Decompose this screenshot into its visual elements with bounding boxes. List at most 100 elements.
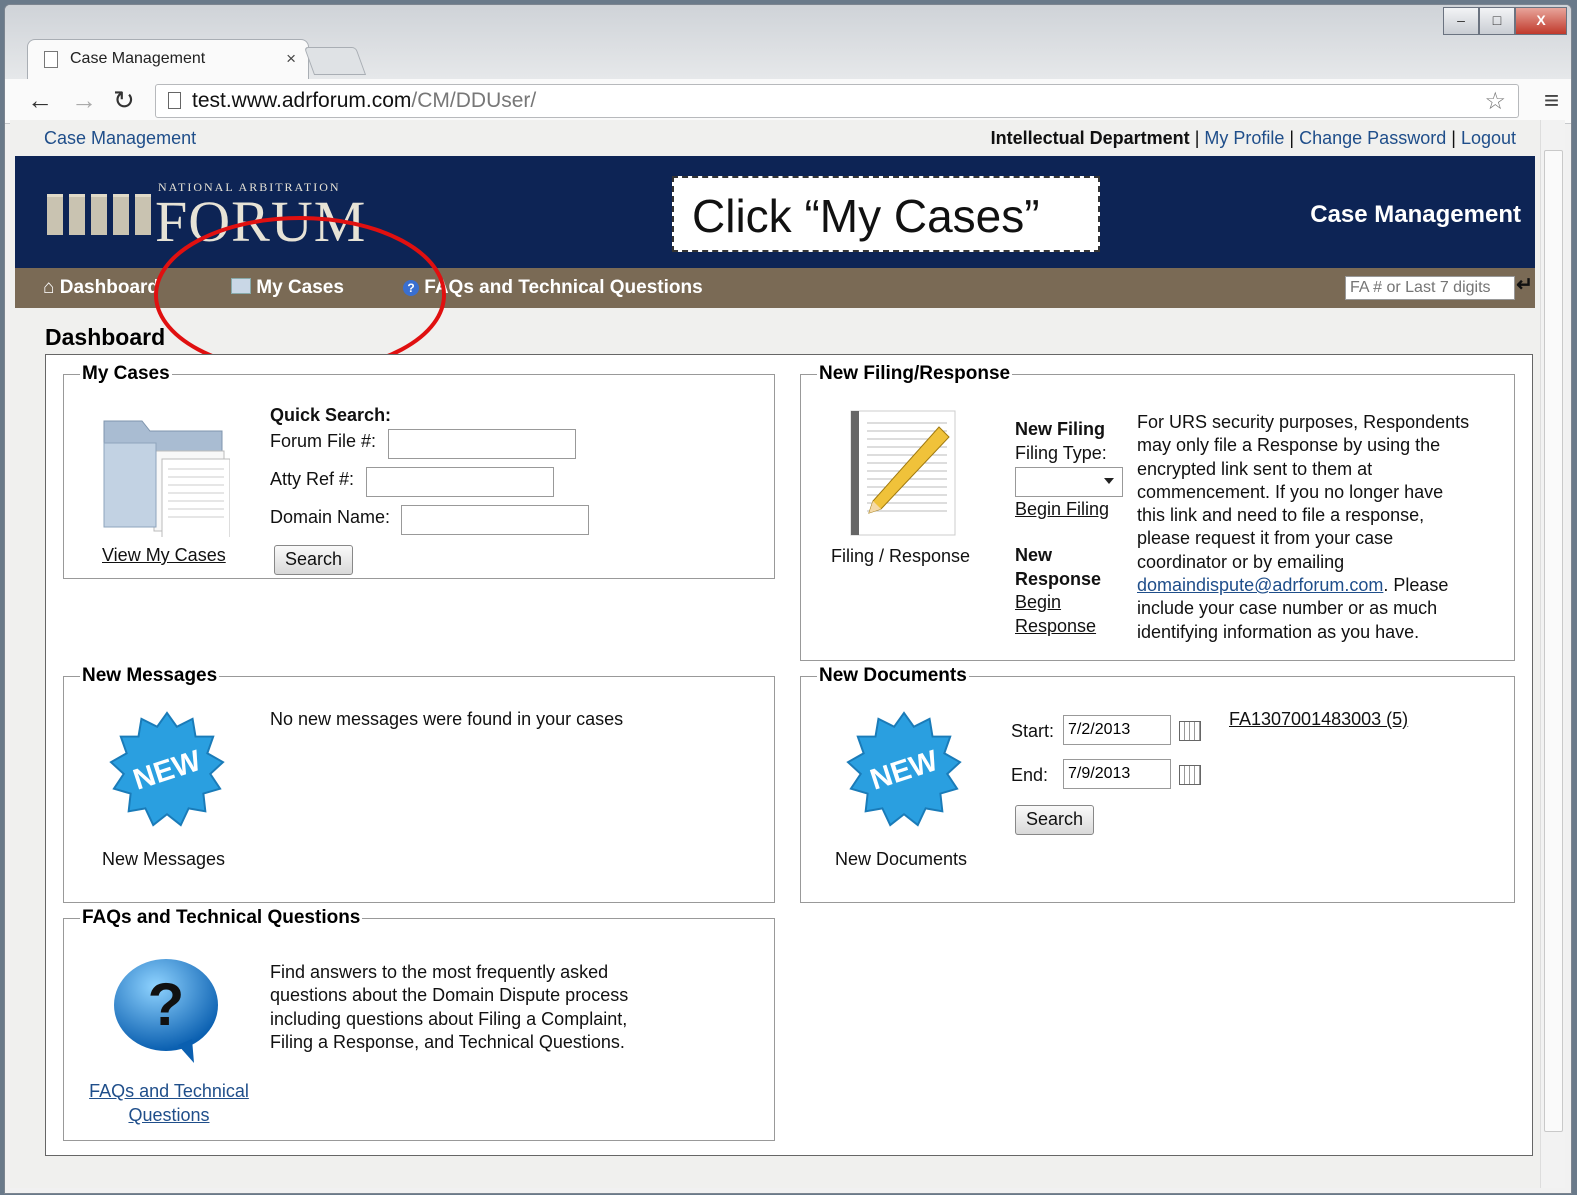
notice-line: this link and need to file a response, [1137,505,1425,526]
quick-search-button[interactable]: Search [274,545,354,575]
vertical-scrollbar[interactable] [1540,120,1565,1188]
top-links: Case Management Intellectual Department … [10,128,1540,152]
page-icon [44,51,58,68]
folder-icon [103,420,230,537]
browser-tab[interactable]: Case Management × [27,39,309,80]
scrollbar-thumb[interactable] [1544,150,1563,1132]
maximize-button[interactable]: □ [1479,7,1515,35]
separator: | [1451,128,1456,148]
case-number-search-input[interactable] [1345,276,1515,300]
faqs-description-line: Find answers to the most frequently aske… [270,962,609,982]
atty-ref-input[interactable] [366,467,554,497]
notice-line: identifying information as you have. [1137,621,1420,642]
window-controls: – □ X [1443,7,1567,35]
forum-file-label: Forum File #: [270,431,377,451]
separator: | [1194,128,1200,148]
my-cases-section: My Cases View My Cases Quick Search: For… [63,363,775,579]
enter-icon[interactable]: ↵ [1516,272,1533,297]
faqs-description: Find answers to the most frequently aske… [270,961,628,1054]
url-host: test.www.adrforum.com [192,89,412,112]
new-documents-section: New Documents NEW New Documents Start: E… [800,665,1515,903]
document-result-link[interactable]: FA1307001483003 (5) [1229,709,1408,730]
new-response-title-line1: New [1015,545,1053,565]
reload-icon[interactable]: ↻ [113,85,135,116]
nav-faqs-label: FAQs and Technical Questions [424,277,703,298]
begin-filing-link[interactable]: Begin Filing [1015,499,1109,520]
page-icon [168,92,181,109]
my-profile-link[interactable]: My Profile [1204,128,1284,148]
start-date-input[interactable] [1063,715,1171,745]
change-password-link[interactable]: Change Password [1299,128,1446,148]
new-messages-legend: New Messages [82,665,218,686]
faqs-link[interactable]: FAQs and Technical Questions [74,1079,264,1127]
url-path: /CM/DDUser/ [411,89,537,112]
chevron-down-icon [1104,478,1114,484]
faqs-description-line: questions about the Domain Dispute proce… [270,985,629,1006]
tab-close-icon[interactable]: × [286,49,296,69]
address-bar[interactable]: test.www.adrforum.com/CM/DDUser/ ☆ [155,84,1519,118]
page-title: Dashboard [45,324,166,350]
forum-file-input[interactable] [388,429,576,459]
notice-line: may only file a Response by using the [1137,435,1441,456]
domain-name-label: Domain Name: [270,507,391,527]
page-viewport: Case Management Intellectual Department … [10,120,1540,1188]
dashboard-panel: My Cases View My Cases Quick Search: For… [45,354,1533,1156]
begin-response-link-line1[interactable]: Begin [1015,592,1061,613]
new-messages-section: New Messages NEW New Messages No new mes… [63,665,775,903]
faqs-link-line[interactable]: FAQs and Technical [74,1079,264,1103]
domain-name-input[interactable] [401,505,589,535]
new-documents-caption: New Documents [835,849,968,869]
no-messages-text: No new messages were found in your cases [270,709,624,729]
notice-line: domaindispute@adrforum.com. Please [1137,574,1507,597]
url-text: test.www.adrforum.com/CM/DDUser/ [192,89,536,113]
department-name: Intellectual Department [990,128,1190,148]
forum-logo-pillars [47,194,151,235]
new-tab-button[interactable] [303,47,367,75]
document-pencil-icon [850,410,956,536]
view-my-cases-link[interactable]: View My Cases [102,545,226,566]
urs-notice: For URS security purposes, Respondents m… [1137,411,1507,644]
atty-ref-label: Atty Ref #: [270,469,355,489]
my-cases-legend: My Cases [82,363,170,384]
nav-dashboard[interactable]: ⌂ Dashboard [43,277,159,299]
home-link[interactable]: Case Management [44,128,196,149]
quick-search-heading: Quick Search: [270,405,392,425]
new-messages-caption: New Messages [102,849,226,869]
forward-arrow-icon[interactable]: → [71,85,97,116]
back-arrow-icon[interactable]: ← [27,85,53,116]
new-filing-legend: New Filing/Response [819,363,1011,384]
filing-type-select[interactable] [1015,467,1123,497]
new-badge-icon: NEW [109,711,225,827]
new-filing-title: New Filing [1015,419,1105,439]
end-date-label: End: [1011,765,1049,785]
logout-link[interactable]: Logout [1461,128,1516,148]
calendar-icon[interactable] [1179,721,1201,741]
begin-response-link-line2[interactable]: Response [1015,616,1096,637]
new-filing-section: New Filing/Response Filing / Response Ne… [800,363,1515,661]
help-bubble-icon: ? [114,959,218,1063]
minimize-button[interactable]: – [1443,7,1479,35]
end-date-input[interactable] [1063,759,1171,789]
close-window-button[interactable]: X [1515,7,1567,35]
bookmark-star-icon[interactable]: ☆ [1484,87,1506,116]
email-link[interactable]: domaindispute@adrforum.com [1137,575,1383,595]
tab-title: Case Management [70,50,206,67]
new-badge-icon: NEW [846,711,962,827]
menu-icon[interactable]: ≡ [1544,85,1559,116]
notice-line: For URS security purposes, Respondents [1137,412,1470,432]
calendar-icon[interactable] [1179,765,1201,785]
faqs-legend: FAQs and Technical Questions [82,907,361,928]
filing-response-caption: Filing / Response [831,546,971,566]
nav-dashboard-label: Dashboard [59,277,160,298]
instruction-callout: Click “My Cases” [672,176,1100,252]
notice-line: include your case number or as much [1137,598,1438,619]
faqs-description-line: Filing a Response, and Technical Questio… [270,1031,625,1052]
filing-type-label: Filing Type: [1015,443,1107,463]
question-mark-glyph: ? [148,971,185,1038]
home-icon: ⌂ [43,277,55,298]
documents-search-button[interactable]: Search [1015,805,1095,835]
title-bar: – □ X Case Management × [5,5,1571,80]
browser-toolbar: ← → ↻ test.www.adrforum.com/CM/DDUser/ ☆… [5,79,1571,124]
faqs-link-line[interactable]: Questions [74,1103,264,1127]
notice-line: encrypted link sent to them at [1137,458,1373,479]
